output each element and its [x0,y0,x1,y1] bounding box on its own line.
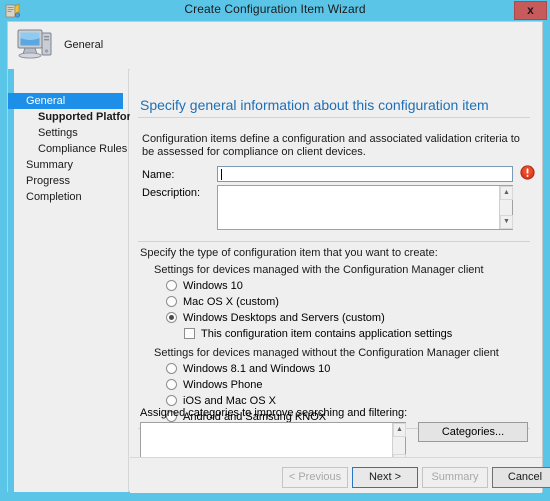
radio-label: Windows 8.1 and Windows 10 [183,363,331,375]
radio-windows-desktops-and-servers-custom[interactable]: Windows Desktops and Servers (custom) [166,311,385,326]
wizard-header: General [8,22,542,70]
sidebar-item-general[interactable]: General [8,93,123,109]
next-button[interactable]: Next > [352,467,418,488]
radio-indicator [166,296,177,307]
close-button[interactable]: x [514,1,547,20]
title-bar: Create Configuration Item Wizard x [0,0,550,21]
description-scrollbar[interactable]: ▲ ▼ [499,186,513,229]
checkbox-application-settings[interactable]: This configuration item contains applica… [184,327,452,342]
wizard-content: Specify general information about this c… [130,69,542,457]
cancel-button[interactable]: Cancel [492,467,550,488]
radio-label: Windows Desktops and Servers (custom) [183,312,385,324]
intro-text: Configuration items define a configurati… [142,133,520,158]
window-title: Create Configuration Item Wizard [184,2,366,16]
name-input[interactable] [217,166,513,182]
description-label: Description: [142,187,201,199]
previous-button[interactable]: < Previous [282,467,348,488]
radio-indicator [166,379,177,390]
text-caret [221,169,222,180]
page-title: Specify general information about this c… [140,97,489,113]
radio-windows-81-and-windows-10[interactable]: Windows 8.1 and Windows 10 [166,362,330,377]
checkbox-indicator [184,328,195,339]
description-input[interactable]: ▲ ▼ [217,185,513,230]
sidebar-item-compliance-rules[interactable]: Compliance Rules [14,141,128,157]
sidebar-item-completion[interactable]: Completion [14,189,128,205]
chevron-down-icon[interactable]: ▼ [500,215,513,229]
radio-indicator [166,395,177,406]
type-prompt: Specify the type of configuration item t… [140,247,438,259]
radio-windows-phone[interactable]: Windows Phone [166,378,263,393]
radio-indicator [166,312,177,323]
chevron-up-icon[interactable]: ▲ [393,423,406,437]
summary-button[interactable]: Summary [422,467,488,488]
wizard-footer: < Previous Next > Summary Cancel [130,457,550,493]
checkbox-label: This configuration item contains applica… [201,328,453,340]
wizard-sidebar: General Supported Platforms Settings Com… [8,69,147,492]
radio-label: iOS and Mac OS X [183,395,276,407]
radio-label: Windows Phone [183,379,263,391]
wizard-panel: General General Supported Platforms Sett… [7,21,550,493]
sidebar-item-summary[interactable]: Summary [14,157,128,173]
divider-type [138,241,530,242]
sidebar-item-progress[interactable]: Progress [14,173,128,189]
divider-top [138,117,530,118]
name-label: Name: [142,169,175,181]
radio-label: Mac OS X (custom) [183,296,279,308]
error-exclamation-icon [520,165,535,180]
categories-button[interactable]: Categories... [418,422,528,442]
radio-indicator [166,280,177,291]
wizard-step-label: General [64,39,104,51]
radio-windows-10[interactable]: Windows 10 [166,279,243,294]
unmanaged-group-label: Settings for devices managed without the… [154,347,499,359]
radio-indicator [166,363,177,374]
managed-group-label: Settings for devices managed with the Co… [154,264,484,276]
radio-mac-os-x-custom[interactable]: Mac OS X (custom) [166,295,279,310]
chevron-up-icon[interactable]: ▲ [500,186,513,200]
radio-label: Windows 10 [183,280,243,292]
categories-label: Assigned categories to improve searching… [140,407,408,419]
sidebar-item-settings[interactable]: Settings [14,125,128,141]
sidebar-item-supported-platforms[interactable]: Supported Platforms [14,109,147,125]
computer-monitor-icon [16,27,56,63]
wizard-window: Create Configuration Item Wizard x Gener… [0,0,550,501]
